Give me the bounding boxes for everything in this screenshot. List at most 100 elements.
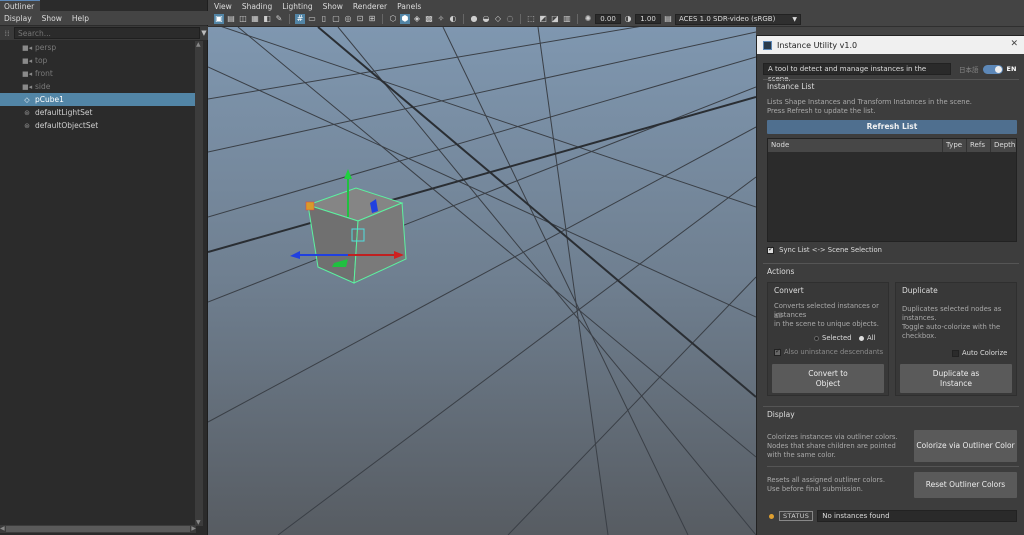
scroll-right-icon[interactable]: ▶: [191, 525, 196, 532]
shadows-icon[interactable]: ◐: [448, 14, 458, 24]
status-text: No instances found: [817, 510, 1018, 522]
convert-option-all[interactable]: All: [859, 334, 875, 344]
gate-mask-icon[interactable]: ▢: [331, 14, 341, 24]
pcube1-mesh[interactable]: [290, 169, 407, 284]
menu-help[interactable]: Help: [72, 14, 89, 23]
menu-view[interactable]: View: [214, 2, 232, 11]
outliner-item-top[interactable]: ■◂ top: [0, 54, 196, 67]
exposure-field[interactable]: 0.00: [595, 14, 621, 24]
outliner-horizontal-scrollbar[interactable]: ◀ ▶: [0, 525, 196, 533]
app-icon: [763, 40, 772, 50]
exposure-icon[interactable]: ✺: [583, 14, 593, 24]
xray-components-icon[interactable]: ▥: [562, 14, 572, 24]
outliner-search-input[interactable]: [14, 27, 200, 39]
reset-outliner-colors-button[interactable]: Reset Outliner Colors: [914, 472, 1017, 498]
outliner-panel: Outliner Display Show Help ⁞⁞ ▼ ■◂persp …: [0, 0, 208, 535]
gamma-field[interactable]: 1.00: [635, 14, 661, 24]
colorize-help-3: with the same color.: [767, 451, 836, 459]
xray-icon[interactable]: ◩: [538, 14, 548, 24]
gamma-icon[interactable]: ◑: [623, 14, 633, 24]
auto-colorize-checkbox[interactable]: [952, 349, 959, 357]
close-icon[interactable]: ✕: [1010, 39, 1018, 49]
outliner-tab[interactable]: Outliner: [0, 0, 40, 11]
outliner-item-persp[interactable]: ■◂ persp: [0, 41, 196, 54]
field-chart-icon[interactable]: ◎: [343, 14, 353, 24]
image-plane-icon[interactable]: ▦: [250, 14, 260, 24]
menu-shading[interactable]: Shading: [242, 2, 272, 11]
also-uninstance-checkbox[interactable]: [774, 347, 781, 356]
menu-lighting[interactable]: Lighting: [282, 2, 312, 11]
outliner-item-side[interactable]: ■◂ side: [0, 80, 196, 93]
motion-blur-icon[interactable]: ◒: [481, 14, 491, 24]
menu-show[interactable]: Show: [42, 14, 62, 23]
auto-colorize-row[interactable]: Auto Colorize: [952, 349, 1007, 359]
ambient-occlusion-icon[interactable]: ●: [469, 14, 479, 24]
column-depth[interactable]: Depth: [991, 139, 1016, 152]
duplicate-as-instance-button[interactable]: Duplicate as Instance: [900, 364, 1012, 393]
color-management-icon[interactable]: ▤: [663, 14, 673, 24]
scroll-left-icon[interactable]: ◀: [0, 525, 5, 532]
scroll-down-icon[interactable]: ▼: [196, 519, 201, 526]
2d-pan-icon[interactable]: ◧: [262, 14, 272, 24]
outliner-vertical-scrollbar[interactable]: ▲ ▼: [195, 41, 203, 526]
3d-viewport[interactable]: [208, 27, 756, 535]
wireframe-on-shaded-icon[interactable]: ◈: [412, 14, 422, 24]
wireframe-icon[interactable]: ⬡: [388, 14, 398, 24]
drag-grip-icon[interactable]: ⁞⁞: [0, 26, 14, 40]
outliner-item-front[interactable]: ■◂ front: [0, 67, 196, 80]
grid-icon[interactable]: #: [295, 14, 305, 24]
scroll-thumb[interactable]: [6, 526, 190, 532]
refresh-list-button[interactable]: Refresh List: [767, 120, 1017, 134]
camera-icon: ■◂: [22, 69, 33, 78]
safe-action-icon[interactable]: ⊡: [355, 14, 365, 24]
menu-panels[interactable]: Panels: [397, 2, 421, 11]
convert-option-selected[interactable]: Selected: [814, 334, 851, 344]
color-space-dropdown[interactable]: ACES 1.0 SDR-video (sRGB) ▼: [675, 13, 801, 25]
select-camera-icon[interactable]: ▣: [214, 14, 224, 24]
button-label-line: Convert to: [808, 368, 848, 378]
sync-selection-checkbox[interactable]: [767, 245, 774, 254]
textured-icon[interactable]: ▩: [424, 14, 434, 24]
radio-selected[interactable]: [814, 335, 819, 341]
lights-icon[interactable]: ✧: [436, 14, 446, 24]
anti-aliasing-icon[interactable]: ◇: [493, 14, 503, 24]
color-space-value: ACES 1.0 SDR-video (sRGB): [679, 14, 776, 23]
camera-attributes-icon[interactable]: ▤: [226, 14, 236, 24]
sync-selection-row[interactable]: Sync List <-> Scene Selection: [767, 245, 882, 256]
depth-of-field-icon[interactable]: ◌: [505, 14, 515, 24]
outliner-item-defaultlightset[interactable]: ⊛ defaultLightSet: [0, 106, 196, 119]
language-toggle[interactable]: [982, 64, 1003, 74]
outliner-item-defaultobjectset[interactable]: ⊛ defaultObjectSet: [0, 119, 196, 132]
menu-display[interactable]: Display: [4, 14, 32, 23]
instance-table[interactable]: Node Type Refs Depth: [767, 138, 1017, 242]
menu-renderer[interactable]: Renderer: [353, 2, 387, 11]
film-gate-icon[interactable]: ▭: [307, 14, 317, 24]
camera-icon: ■◂: [22, 43, 33, 52]
convert-to-object-button[interactable]: Convert to Object: [772, 364, 884, 393]
isolate-select-icon[interactable]: ⬚: [526, 14, 536, 24]
column-node[interactable]: Node: [768, 139, 943, 152]
column-type[interactable]: Type: [943, 139, 967, 152]
scroll-up-icon[interactable]: ▲: [196, 41, 201, 48]
chevron-down-icon[interactable]: ▼: [200, 29, 208, 37]
resolution-gate-icon[interactable]: ▯: [319, 14, 329, 24]
column-refs[interactable]: Refs: [967, 139, 991, 152]
language-switch: 日本語 EN: [959, 64, 1016, 74]
radio-all[interactable]: [859, 335, 864, 341]
item-label: defaultObjectSet: [35, 121, 99, 130]
outliner-item-pcube1[interactable]: ◇ pCube1: [0, 93, 196, 106]
divider: [763, 406, 1019, 407]
bookmark-icon[interactable]: ◫: [238, 14, 248, 24]
instance-list-help-2: Press Refresh to update the list.: [767, 107, 876, 115]
grease-pencil-icon[interactable]: ✎: [274, 14, 284, 24]
maya-window: Outliner Display Show Help ⁞⁞ ▼ ■◂persp …: [0, 0, 1024, 535]
convert-help-3: in the scene to unique objects.: [774, 320, 879, 328]
window-titlebar[interactable]: Instance Utility v1.0 ✕: [757, 36, 1024, 54]
safe-title-icon[interactable]: ⊞: [367, 14, 377, 24]
also-uninstance-row[interactable]: Also uninstance descendants: [774, 347, 883, 358]
set-icon: ⊛: [24, 121, 30, 130]
xray-joints-icon[interactable]: ◪: [550, 14, 560, 24]
smooth-shade-icon[interactable]: ⬢: [400, 14, 410, 24]
menu-show[interactable]: Show: [323, 2, 343, 11]
colorize-outliner-button[interactable]: Colorize via Outliner Color: [914, 430, 1017, 462]
